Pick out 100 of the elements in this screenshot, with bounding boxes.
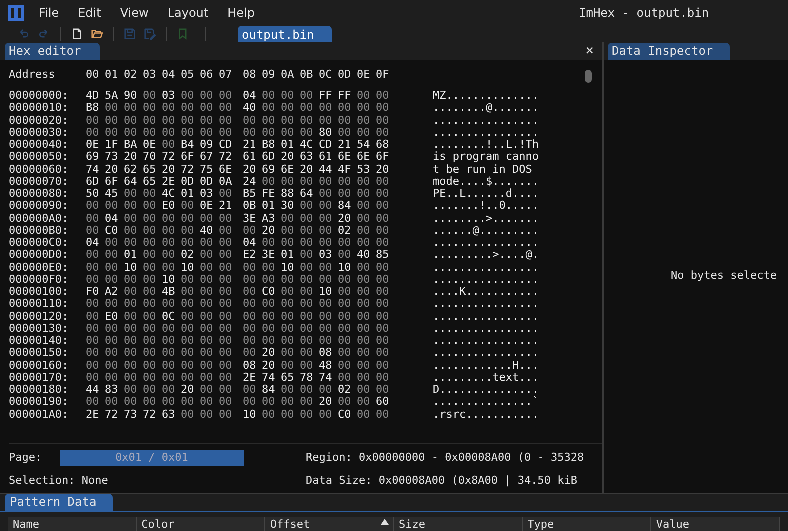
hex-byte[interactable]: 00	[262, 114, 281, 127]
hex-byte[interactable]: 00	[243, 310, 262, 323]
hex-byte[interactable]: 72	[162, 151, 181, 164]
hex-byte[interactable]: 00	[338, 237, 357, 250]
hex-byte[interactable]: BA	[124, 139, 143, 152]
ascii-text[interactable]: ................	[433, 274, 539, 286]
hex-byte[interactable]: 00	[86, 274, 105, 286]
hex-byte[interactable]: 00	[124, 384, 143, 396]
ascii-text[interactable]: ....K...........	[433, 286, 539, 298]
hex-byte[interactable]: 74	[86, 164, 105, 176]
menu-item[interactable]: View	[120, 4, 149, 22]
panel-tab[interactable]: Pattern Data	[5, 494, 113, 512]
hex-byte[interactable]: 00	[200, 262, 219, 274]
ascii-text[interactable]: ................	[433, 322, 539, 335]
hex-byte[interactable]: 4C	[300, 139, 319, 152]
hex-byte[interactable]: 00	[281, 298, 300, 310]
hex-byte[interactable]: 10	[338, 262, 357, 274]
ascii-text[interactable]: ................	[433, 310, 539, 323]
hex-byte[interactable]: 00	[143, 372, 162, 384]
hex-byte[interactable]: 00	[281, 360, 300, 372]
hex-byte[interactable]: 00	[200, 384, 219, 396]
hex-byte[interactable]: 00	[162, 347, 181, 360]
hex-byte[interactable]: 00	[338, 286, 357, 298]
hex-byte[interactable]: 00	[376, 126, 395, 139]
hex-byte[interactable]: 00	[319, 114, 338, 127]
hex-byte[interactable]: 00	[357, 372, 376, 384]
hex-byte[interactable]: 00	[243, 396, 262, 408]
page-field[interactable]: 0x01 / 0x01	[60, 450, 244, 466]
hex-byte[interactable]: 00	[143, 274, 162, 286]
hex-byte[interactable]: 00	[86, 360, 105, 372]
hex-byte[interactable]: F0	[86, 286, 105, 298]
hex-byte[interactable]: 75	[200, 164, 219, 176]
hex-byte[interactable]: 00	[162, 360, 181, 372]
hex-byte[interactable]: 63	[162, 408, 181, 421]
hex-byte[interactable]: 00	[200, 212, 219, 225]
hex-byte[interactable]: 00	[105, 335, 124, 348]
ascii-text[interactable]: ................	[433, 335, 539, 348]
hex-byte[interactable]: 00	[124, 360, 143, 372]
hex-byte[interactable]: 00	[376, 114, 395, 127]
hex-byte[interactable]: A2	[105, 286, 124, 298]
hex-byte[interactable]: 00	[338, 126, 357, 139]
hex-byte[interactable]: 2E	[243, 372, 262, 384]
hex-byte[interactable]: 00	[105, 396, 124, 408]
hex-byte[interactable]: 00	[300, 396, 319, 408]
ascii-text[interactable]: mode....$.......	[433, 176, 539, 188]
hex-byte[interactable]: 00	[124, 286, 143, 298]
hex-byte[interactable]: 00	[86, 249, 105, 262]
hex-byte[interactable]: 00	[200, 102, 219, 114]
hex-byte[interactable]: 03	[162, 90, 181, 102]
hex-byte[interactable]: 00	[105, 360, 124, 372]
hex-byte[interactable]: 0E	[143, 139, 162, 152]
hex-byte[interactable]: 00	[200, 310, 219, 323]
hex-byte[interactable]: 00	[357, 90, 376, 102]
hex-byte[interactable]: 00	[200, 360, 219, 372]
hex-byte[interactable]: 00	[162, 237, 181, 250]
hex-byte[interactable]: 00	[357, 347, 376, 360]
hex-byte[interactable]: 00	[86, 372, 105, 384]
hex-byte[interactable]: 00	[281, 224, 300, 237]
hex-byte[interactable]: 00	[162, 396, 181, 408]
hex-byte[interactable]: 00	[281, 310, 300, 323]
hex-byte[interactable]: 08	[243, 360, 262, 372]
hex-byte[interactable]: 00	[357, 188, 376, 200]
hex-byte[interactable]: 00	[338, 396, 357, 408]
hex-byte[interactable]: 72	[219, 151, 238, 164]
hex-byte[interactable]: 90	[124, 90, 143, 102]
hex-byte[interactable]: 73	[105, 151, 124, 164]
hex-byte[interactable]: 00	[219, 396, 238, 408]
file-tab[interactable]: output.bin	[238, 26, 332, 42]
hex-byte[interactable]: 00	[219, 335, 238, 348]
ascii-text[interactable]: .rsrc...........	[433, 408, 539, 421]
hex-byte[interactable]: 00	[338, 114, 357, 127]
hex-byte[interactable]: 00	[376, 372, 395, 384]
hex-byte[interactable]: 2E	[86, 408, 105, 421]
hex-byte[interactable]: 6F	[181, 151, 200, 164]
hex-byte[interactable]: B5	[243, 188, 262, 200]
hex-byte[interactable]: 00	[376, 102, 395, 114]
hex-byte[interactable]: 00	[281, 408, 300, 421]
ascii-text[interactable]: ................	[433, 298, 539, 310]
hex-byte[interactable]: 00	[162, 335, 181, 348]
hex-byte[interactable]: 00	[300, 200, 319, 212]
table-header[interactable]: Offset	[265, 517, 394, 531]
hex-byte[interactable]: 00	[319, 102, 338, 114]
hex-byte[interactable]: 10	[162, 274, 181, 286]
hex-byte[interactable]: 00	[243, 384, 262, 396]
hex-byte[interactable]: 00	[86, 212, 105, 225]
hex-byte[interactable]: 00	[319, 322, 338, 335]
hex-byte[interactable]: 09	[200, 139, 219, 152]
hex-byte[interactable]: 4F	[338, 164, 357, 176]
hex-byte[interactable]: 10	[124, 262, 143, 274]
hex-byte[interactable]: 00	[281, 322, 300, 335]
hex-byte[interactable]: 00	[357, 396, 376, 408]
hex-byte[interactable]: 00	[200, 274, 219, 286]
hex-byte[interactable]: 00	[319, 310, 338, 323]
table-header[interactable]: Name	[8, 517, 137, 531]
hex-byte[interactable]: 20	[338, 212, 357, 225]
hex-byte[interactable]: 00	[376, 310, 395, 323]
hex-byte[interactable]: 00	[281, 274, 300, 286]
hex-byte[interactable]: 00	[219, 372, 238, 384]
hex-byte[interactable]: 00	[357, 360, 376, 372]
hex-byte[interactable]: 0D	[200, 176, 219, 188]
